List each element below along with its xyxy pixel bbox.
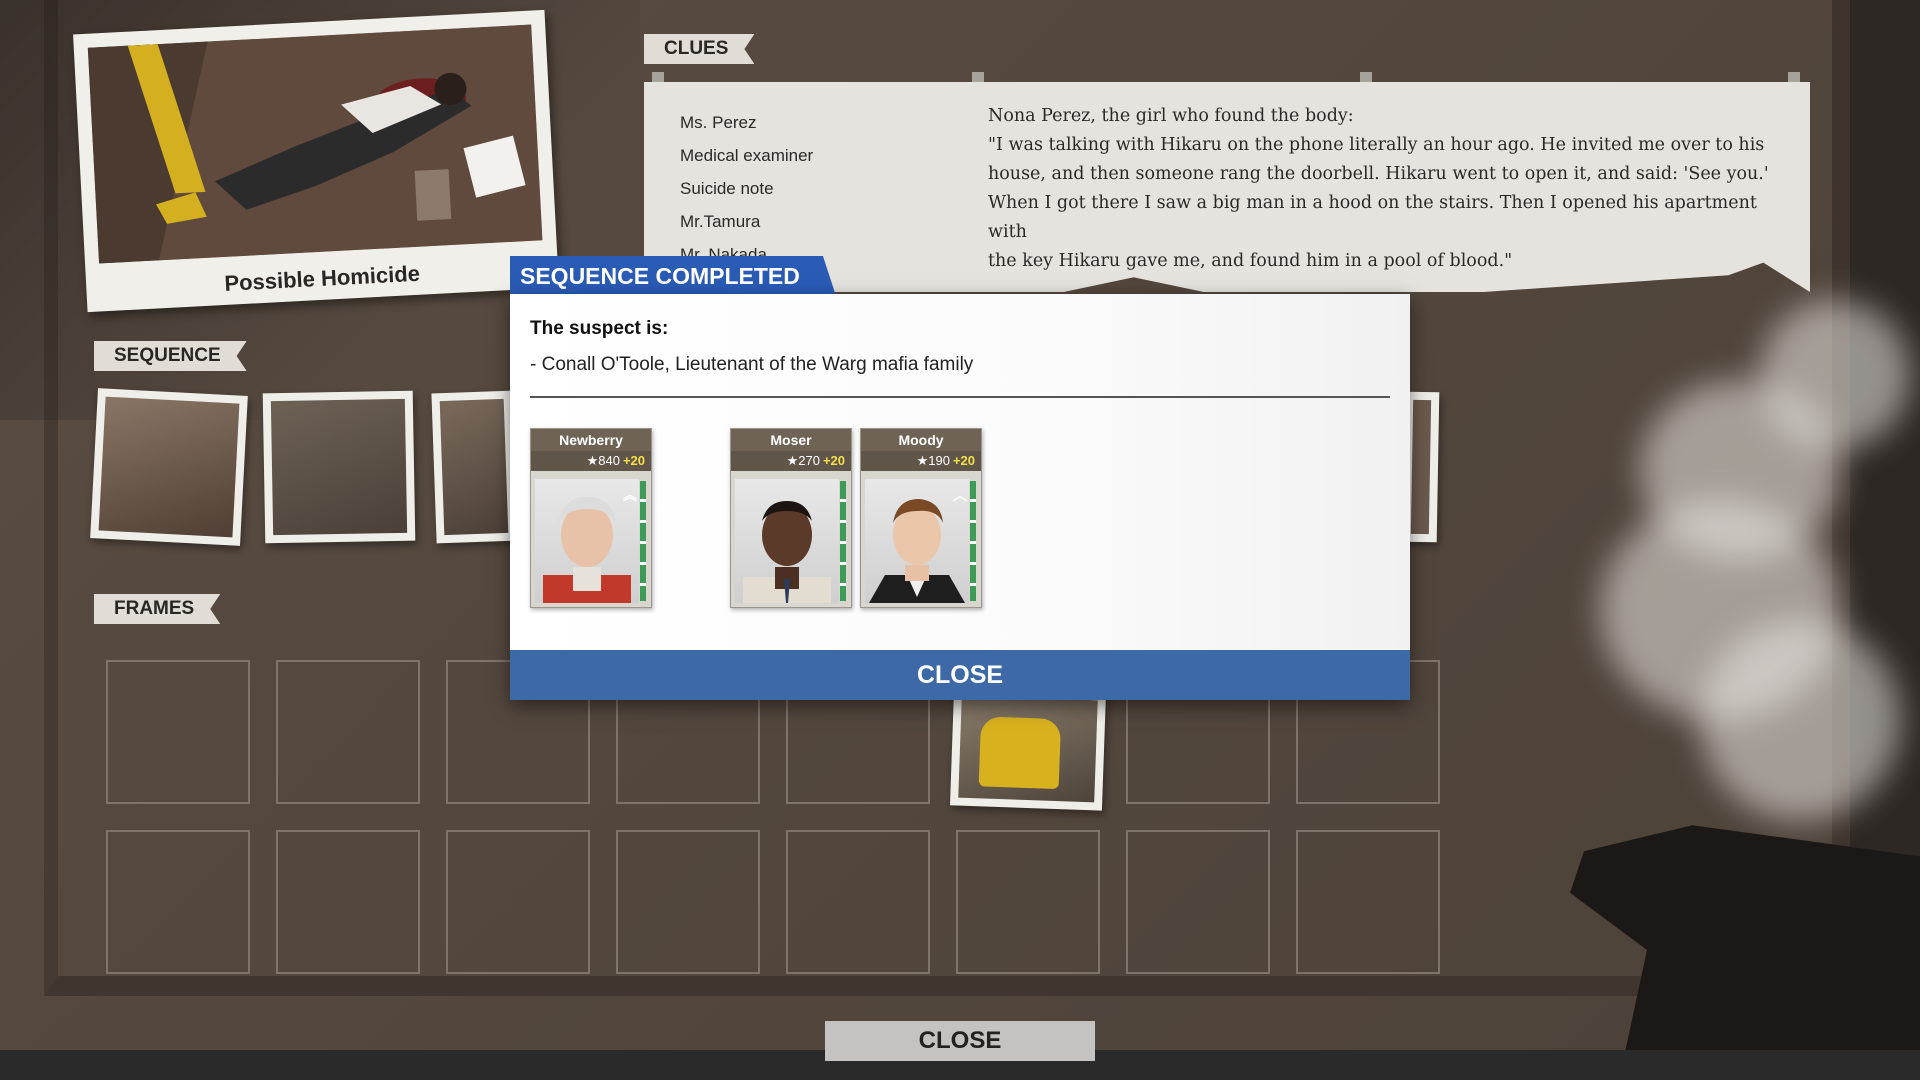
card-stats: ★270 +20: [731, 451, 851, 471]
clue-text-line: house, and then someone rang the doorbel…: [988, 164, 1769, 184]
clues-tag: CLUES: [644, 34, 754, 64]
clue-description: Nona Perez, the girl who found the body:…: [988, 102, 1778, 276]
chevron-icon: ︿: [953, 487, 967, 503]
clue-text-line: "I was talking with Hikaru on the phone …: [988, 135, 1765, 155]
smoke: [1760, 300, 1910, 450]
clue-text-line: When I got there I saw a big man in a ho…: [988, 193, 1757, 242]
frame-slot[interactable]: [276, 660, 420, 804]
frame-photo[interactable]: [949, 687, 1107, 811]
frame-slot[interactable]: [1296, 830, 1440, 974]
double-chevron-icon: ︽: [623, 487, 637, 503]
card-rating: 840: [598, 453, 620, 468]
frame-slot[interactable]: [276, 830, 420, 974]
health-bar: [840, 481, 846, 601]
frames-tag: FRAMES: [94, 594, 220, 624]
sequence-photo-3[interactable]: [431, 390, 517, 544]
modal-title: SEQUENCE COMPLETED: [510, 256, 836, 296]
card-rating: 190: [928, 453, 950, 468]
card-bonus: +20: [822, 453, 845, 468]
card-name: Newberry: [531, 429, 651, 451]
crime-scene-photo[interactable]: Possible Homicide: [73, 9, 559, 313]
star-icon: ★: [916, 453, 929, 468]
card-name: Moody: [861, 429, 981, 451]
frame-slot[interactable]: [956, 830, 1100, 974]
clue-item-suicide-note[interactable]: Suicide note: [680, 172, 813, 205]
star-icon: ★: [586, 453, 599, 468]
sequence-completed-modal: The suspect is: - Conall O'Toole, Lieute…: [510, 294, 1410, 700]
card-rating: 270: [798, 453, 820, 468]
sequence-photo-2[interactable]: [262, 390, 416, 544]
sequence-photo-1[interactable]: [90, 388, 248, 546]
card-bonus: +20: [952, 453, 975, 468]
divider: [530, 396, 1390, 398]
close-button[interactable]: CLOSE: [825, 1021, 1095, 1061]
card-name: Moser: [731, 429, 851, 451]
clue-text-line: the key Hikaru gave me, and found him in…: [988, 251, 1513, 271]
card-stats: ★190 +20: [861, 451, 981, 471]
detective-card-moser[interactable]: Moser ★270 +20: [730, 428, 852, 608]
frame-slot[interactable]: [786, 830, 930, 974]
clue-item-mr-tamura[interactable]: Mr.Tamura: [680, 205, 813, 238]
card-bonus: +20: [622, 453, 645, 468]
clue-list: Ms. Perez Medical examiner Suicide note …: [680, 106, 813, 271]
frame-slot[interactable]: [1126, 830, 1270, 974]
modal-close-button[interactable]: CLOSE: [510, 650, 1410, 700]
detective-card-moody[interactable]: Moody ★190 +20 ︿: [860, 428, 982, 608]
suspect-label: The suspect is:: [530, 318, 669, 339]
frame-slot[interactable]: [446, 830, 590, 974]
health-bar: [640, 481, 646, 601]
health-bar: [970, 481, 976, 601]
detective-card-newberry[interactable]: Newberry ★840 +20 ︽: [530, 428, 652, 608]
star-icon: ★: [786, 453, 799, 468]
smoke: [1700, 620, 1900, 820]
suspect-name: - Conall O'Toole, Lieutenant of the Warg…: [530, 354, 974, 375]
clue-item-ms-perez[interactable]: Ms. Perez: [680, 106, 813, 139]
sequence-tag: SEQUENCE: [94, 341, 247, 371]
portrait-moser: [735, 479, 839, 603]
crime-scene-image: [87, 24, 543, 264]
card-stats: ★840 +20: [531, 451, 651, 471]
clue-item-medical-examiner[interactable]: Medical examiner: [680, 139, 813, 172]
frame-slot[interactable]: [616, 830, 760, 974]
clue-text-line: Nona Perez, the girl who found the body:: [988, 106, 1354, 126]
frame-slot[interactable]: [106, 660, 250, 804]
frame-slot[interactable]: [106, 830, 250, 974]
